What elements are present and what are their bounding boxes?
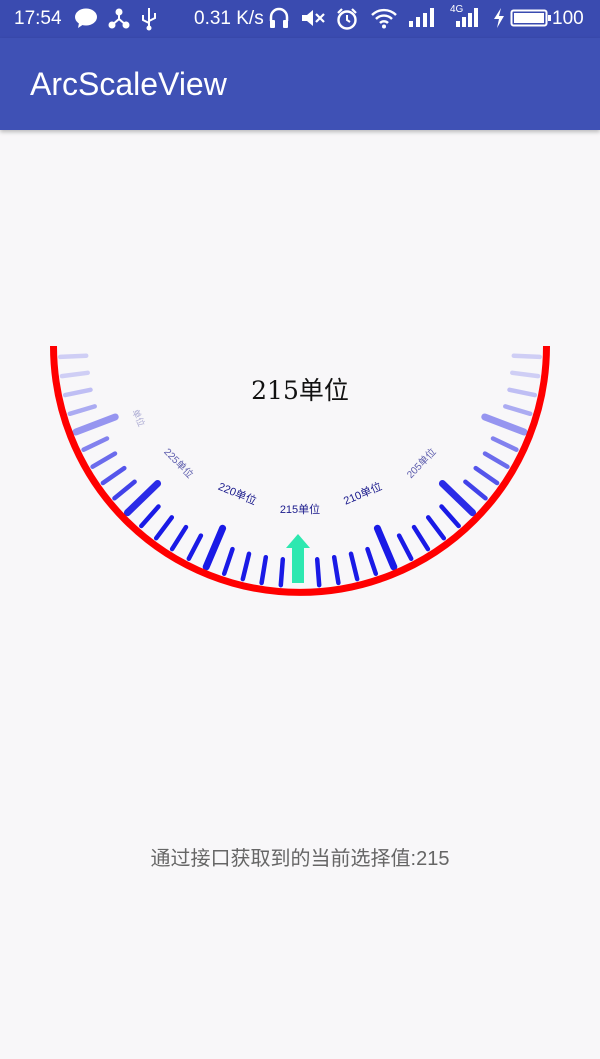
minor-tick <box>331 554 341 586</box>
scale-label: 单位 <box>130 407 147 428</box>
signal-icon-2 <box>452 7 482 34</box>
status-bar: 17:54 0.31 K/s 4G 100 <box>0 0 600 38</box>
minor-tick <box>169 524 189 552</box>
minor-tick <box>503 404 533 417</box>
signal-icon-1 <box>408 7 438 34</box>
minor-tick <box>139 504 161 529</box>
major-tick <box>72 413 119 436</box>
current-value-label: 215单位 <box>251 376 349 405</box>
major-tick <box>438 480 477 517</box>
minor-tick <box>507 387 538 398</box>
minor-tick <box>59 370 90 379</box>
major-tick <box>202 524 227 571</box>
minor-tick <box>259 554 269 586</box>
scale-label: 225单位 <box>161 445 196 480</box>
minor-tick <box>365 546 379 576</box>
scale-label: 215单位 <box>280 502 320 516</box>
chat-icon <box>74 7 98 36</box>
minor-tick <box>67 404 97 417</box>
minor-tick <box>221 546 235 576</box>
alarm-icon <box>335 7 359 38</box>
minor-tick <box>482 451 510 469</box>
minor-tick <box>510 370 541 379</box>
minor-tick <box>90 451 118 469</box>
minor-tick <box>348 551 360 582</box>
minor-tick <box>278 557 286 588</box>
scale-label: 220单位 <box>216 479 259 508</box>
minor-tick <box>511 353 543 360</box>
scale-labels: 205单位 210单位 215单位 220单位 225单位单位 <box>130 407 438 516</box>
app-bar: ArcScaleView <box>0 38 600 130</box>
arc-scale-canvas[interactable]: 205单位 210单位 215单位 220单位 225单位单位 <box>0 330 600 610</box>
major-tick <box>481 413 528 436</box>
minor-tick <box>112 479 137 501</box>
minor-tick <box>240 551 252 582</box>
charging-icon <box>492 7 506 36</box>
major-tick <box>373 524 398 571</box>
wifi-icon <box>370 7 398 36</box>
battery-icon <box>510 7 552 36</box>
app-title: ArcScaleView <box>30 66 227 102</box>
minor-tick <box>425 515 447 541</box>
minor-tick <box>411 524 431 552</box>
share-icon <box>108 7 130 36</box>
minor-tick <box>473 465 500 486</box>
mute-icon <box>300 7 326 36</box>
scale-label: 205单位 <box>404 445 439 480</box>
minor-tick <box>490 436 519 452</box>
scale-label: 210单位 <box>341 479 384 508</box>
minor-tick <box>62 387 93 398</box>
pointer-arrow-icon <box>286 534 310 583</box>
minor-tick <box>153 515 175 541</box>
arc-scale-view[interactable]: 205单位 210单位 215单位 220单位 225单位 单位 <box>0 330 600 610</box>
minor-tick <box>57 353 89 360</box>
minor-tick <box>396 533 414 561</box>
minor-tick <box>186 533 204 561</box>
minor-tick <box>81 436 110 452</box>
minor-tick <box>463 479 488 501</box>
selected-value-text: 通过接口获取到的当前选择值:215 <box>150 848 450 870</box>
battery-level: 100 <box>552 8 584 29</box>
network-speed: 0.31 K/s <box>194 8 264 29</box>
usb-icon <box>140 7 158 38</box>
minor-tick <box>100 465 127 486</box>
minor-tick <box>314 557 322 588</box>
minor-tick <box>439 504 461 529</box>
major-tick <box>123 480 162 517</box>
status-time: 17:54 <box>14 8 62 29</box>
headphones-icon <box>268 7 290 36</box>
